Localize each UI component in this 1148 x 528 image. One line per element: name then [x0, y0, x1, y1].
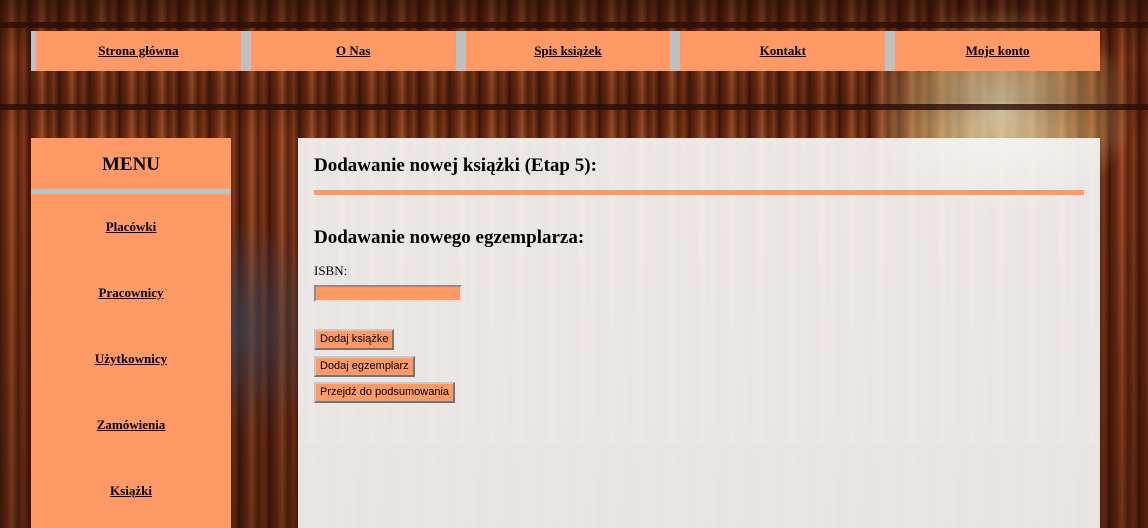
nav-item-account: Moje konto — [895, 31, 1100, 71]
go-to-summary-button[interactable]: Przejdź do podsumowania — [314, 382, 456, 403]
nav-item-about: O Nas — [250, 31, 456, 71]
top-navigation: Strona główna O Nas Spis książek Kontakt… — [31, 31, 1100, 71]
section-title: Dodawanie nowego egzemplarza: — [314, 227, 585, 248]
nav-item-home: Strona główna — [36, 31, 241, 71]
nav-item-contact: Kontakt — [680, 31, 886, 71]
nav-link-home[interactable]: Strona główna — [98, 43, 178, 59]
sidebar-link-branches[interactable]: Placówki — [106, 219, 157, 235]
nav-item-book-list: Spis książek — [465, 31, 671, 71]
nav-link-account[interactable]: Moje konto — [966, 43, 1030, 59]
main-panel-footer-area — [298, 443, 1100, 528]
sidebar-link-books[interactable]: Książki — [110, 483, 152, 499]
sidebar-item-orders: Zamówienia — [31, 392, 231, 458]
sidebar-item-employees: Pracownicy — [31, 260, 231, 326]
nav-link-book-list[interactable]: Spis książek — [534, 43, 602, 59]
sidebar-item-books: Książki — [31, 458, 231, 524]
add-copy-button[interactable]: Dodaj egzemplarz — [314, 356, 415, 377]
title-divider — [314, 190, 1084, 195]
shelf-decoration — [0, 22, 1148, 28]
sidebar-item-branches: Placówki — [31, 194, 231, 260]
isbn-input[interactable] — [314, 285, 462, 302]
sidebar-menu: MENU Placówki Pracownicy Użytkownicy Zam… — [31, 138, 231, 528]
main-content-panel: Dodawanie nowej książki (Etap 5): Dodawa… — [298, 138, 1100, 528]
page-title: Dodawanie nowej książki (Etap 5): — [314, 155, 597, 176]
isbn-label: ISBN: — [314, 263, 348, 278]
sidebar-link-employees[interactable]: Pracownicy — [99, 285, 164, 301]
sidebar-title: MENU — [31, 138, 231, 194]
nav-link-contact[interactable]: Kontakt — [760, 43, 806, 59]
nav-link-about[interactable]: O Nas — [336, 43, 370, 59]
sidebar-link-users[interactable]: Użytkownicy — [95, 351, 167, 367]
add-book-button[interactable]: Dodaj książke — [314, 329, 395, 350]
sidebar-link-orders[interactable]: Zamówienia — [97, 417, 166, 433]
shelf-decoration — [0, 104, 1148, 110]
sidebar-item-users: Użytkownicy — [31, 326, 231, 392]
